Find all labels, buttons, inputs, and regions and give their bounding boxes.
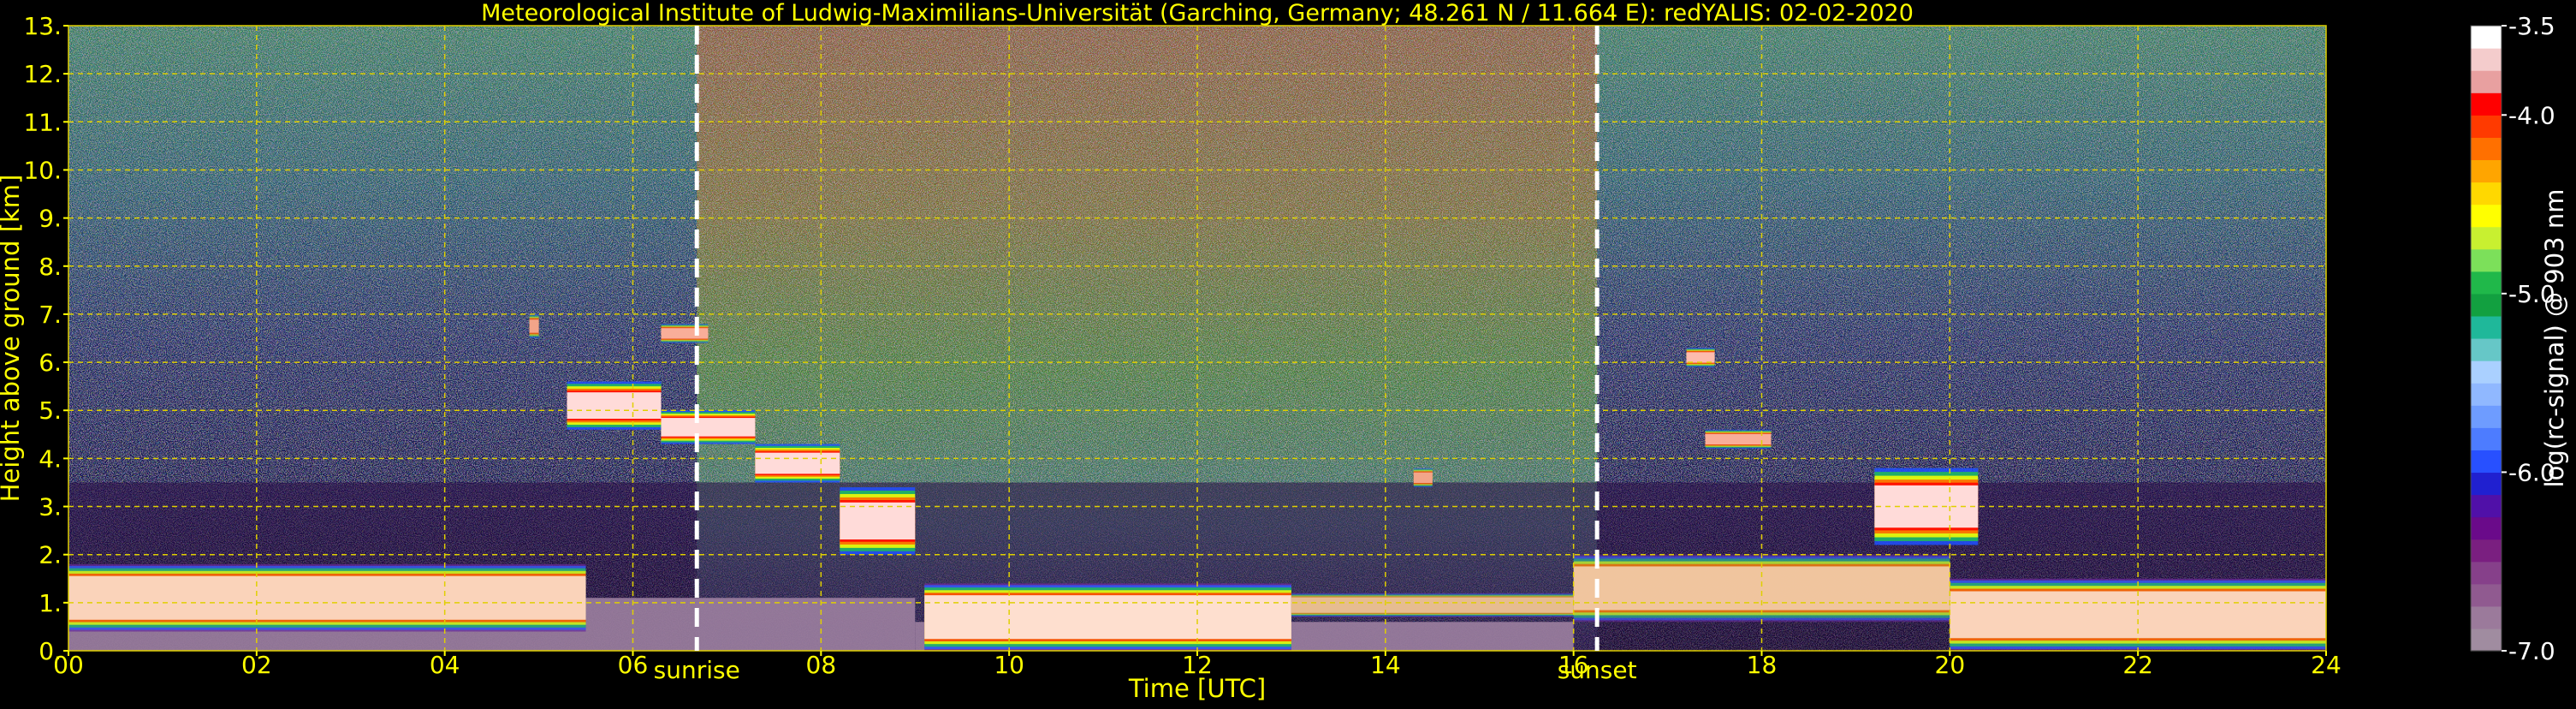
colorbar-segment-4 bbox=[2471, 539, 2502, 563]
sunrise-label: sunrise bbox=[654, 656, 740, 684]
x-tick-label-1: 02 bbox=[241, 651, 272, 679]
cloud-layer-9 bbox=[755, 444, 840, 483]
y-tick-label-9: 9. bbox=[39, 205, 62, 233]
cloud-layer-8 bbox=[661, 410, 756, 444]
cloud-layer-7-band-5 bbox=[567, 392, 662, 420]
colorbar-tick-label-0: -7.0 bbox=[2508, 637, 2555, 665]
colorbar-label: log(rc-signal) @ 903 nm bbox=[2540, 189, 2569, 488]
cloud-layer-10 bbox=[840, 487, 916, 555]
colorbar-segment-15 bbox=[2471, 293, 2502, 317]
x-tick-label-10: 20 bbox=[1935, 651, 1966, 679]
y-axis-label: Height above ground [km] bbox=[0, 175, 25, 503]
aerosol-layer-2 bbox=[68, 563, 586, 632]
y-axis: 0.1.2.3.4.5.6.7.8.9.10.11.12.13. bbox=[23, 12, 68, 665]
cloud-layer-9-band-5 bbox=[755, 452, 840, 474]
chart-svg: sunrise sunset Meteorological Institute o… bbox=[0, 0, 2569, 703]
colorbar-segment-17 bbox=[2471, 248, 2502, 272]
cloud-layer-12-band-5 bbox=[1686, 352, 1715, 363]
colorbar-segment-20 bbox=[2471, 182, 2502, 206]
x-tick-label-0: 00 bbox=[53, 651, 84, 679]
colorbar-segment-23 bbox=[2471, 115, 2502, 138]
cloud-layer-8-band-5 bbox=[661, 418, 756, 437]
colorbar-segment-14 bbox=[2471, 315, 2502, 339]
colorbar-segment-13 bbox=[2471, 338, 2502, 361]
x-tick-label-9: 18 bbox=[1747, 651, 1778, 679]
colorbar-segment-5 bbox=[2471, 516, 2502, 540]
aerosol-layer-4 bbox=[1291, 593, 1574, 617]
y-tick-label-4: 4. bbox=[39, 444, 62, 473]
cloud-layer-15 bbox=[661, 324, 709, 343]
y-tick-label-6: 6. bbox=[39, 349, 62, 377]
y-tick-label-12: 12. bbox=[23, 60, 62, 88]
y-tick-label-1: 1. bbox=[39, 589, 62, 617]
colorbar-segment-12 bbox=[2471, 360, 2502, 384]
cloud-layer-14-band-5 bbox=[1413, 472, 1433, 484]
x-tick-label-8: 16 bbox=[1558, 651, 1589, 679]
colorbar-segment-25 bbox=[2471, 70, 2502, 93]
colorbar-tick-label-4: -3.5 bbox=[2508, 12, 2555, 40]
cloud-layer-16-band-5 bbox=[529, 319, 539, 333]
colorbar-segment-27 bbox=[2471, 26, 2502, 49]
colorbar-segment-8 bbox=[2471, 450, 2502, 474]
y-tick-label-3: 3. bbox=[39, 493, 62, 521]
x-tick-label-3: 06 bbox=[618, 651, 649, 679]
colorbar-segment-19 bbox=[2471, 204, 2502, 228]
colorbar-segment-0 bbox=[2471, 628, 2502, 652]
cloud-layer-10-band-5 bbox=[840, 502, 916, 540]
cloud-layer-15-band-5 bbox=[661, 328, 709, 339]
y-tick-label-10: 10. bbox=[23, 156, 62, 184]
colorbar-segment-22 bbox=[2471, 137, 2502, 161]
cloud-layer-16 bbox=[529, 313, 539, 338]
y-tick-label-7: 7. bbox=[39, 301, 62, 329]
x-tick-label-11: 22 bbox=[2122, 651, 2153, 679]
colorbar-tick-label-3: -4.0 bbox=[2508, 101, 2555, 129]
colorbar-segment-21 bbox=[2471, 159, 2502, 183]
colorbar-segment-2 bbox=[2471, 583, 2502, 607]
colorbar-segment-3 bbox=[2471, 561, 2502, 585]
colorbar-segment-1 bbox=[2471, 605, 2502, 629]
chart-title: Meteorological Institute of Ludwig-Maxim… bbox=[481, 0, 1914, 27]
aerosol-layer-2-band-5 bbox=[68, 575, 586, 620]
x-tick-label-12: 24 bbox=[2311, 651, 2342, 679]
x-axis-label: Time [UTC] bbox=[1128, 674, 1266, 703]
y-tick-label-11: 11. bbox=[23, 108, 62, 136]
colorbar-segment-9 bbox=[2471, 427, 2502, 450]
y-tick-label-5: 5. bbox=[39, 396, 62, 425]
x-tick-label-5: 10 bbox=[994, 651, 1024, 679]
colorbar-segment-10 bbox=[2471, 405, 2502, 428]
colorbar-segment-6 bbox=[2471, 494, 2502, 518]
colorbar-segment-16 bbox=[2471, 271, 2502, 295]
cloud-layer-7 bbox=[567, 381, 662, 430]
y-tick-label-2: 2. bbox=[39, 541, 62, 569]
y-tick-label-13: 13. bbox=[23, 12, 62, 40]
x-tick-label-4: 08 bbox=[806, 651, 837, 679]
colorbar-segment-26 bbox=[2471, 48, 2502, 71]
cloud-layer-14 bbox=[1413, 468, 1433, 488]
colorbar-segment-24 bbox=[2471, 92, 2502, 116]
aerosol-layer-3 bbox=[924, 583, 1291, 651]
y-tick-label-8: 8. bbox=[39, 253, 62, 281]
aerosol-layer-4-band-5 bbox=[1291, 597, 1574, 613]
cloud-layer-12 bbox=[1686, 348, 1715, 367]
x-tick-label-7: 14 bbox=[1370, 651, 1401, 679]
x-tick-label-2: 04 bbox=[430, 651, 460, 679]
lidar-figure: sunrise sunset Meteorological Institute o… bbox=[0, 0, 2576, 706]
colorbar-segment-18 bbox=[2471, 226, 2502, 250]
colorbar-segment-7 bbox=[2471, 472, 2502, 496]
aerosol-layer-3-band-5 bbox=[924, 595, 1291, 640]
colorbar-segment-11 bbox=[2471, 383, 2502, 406]
